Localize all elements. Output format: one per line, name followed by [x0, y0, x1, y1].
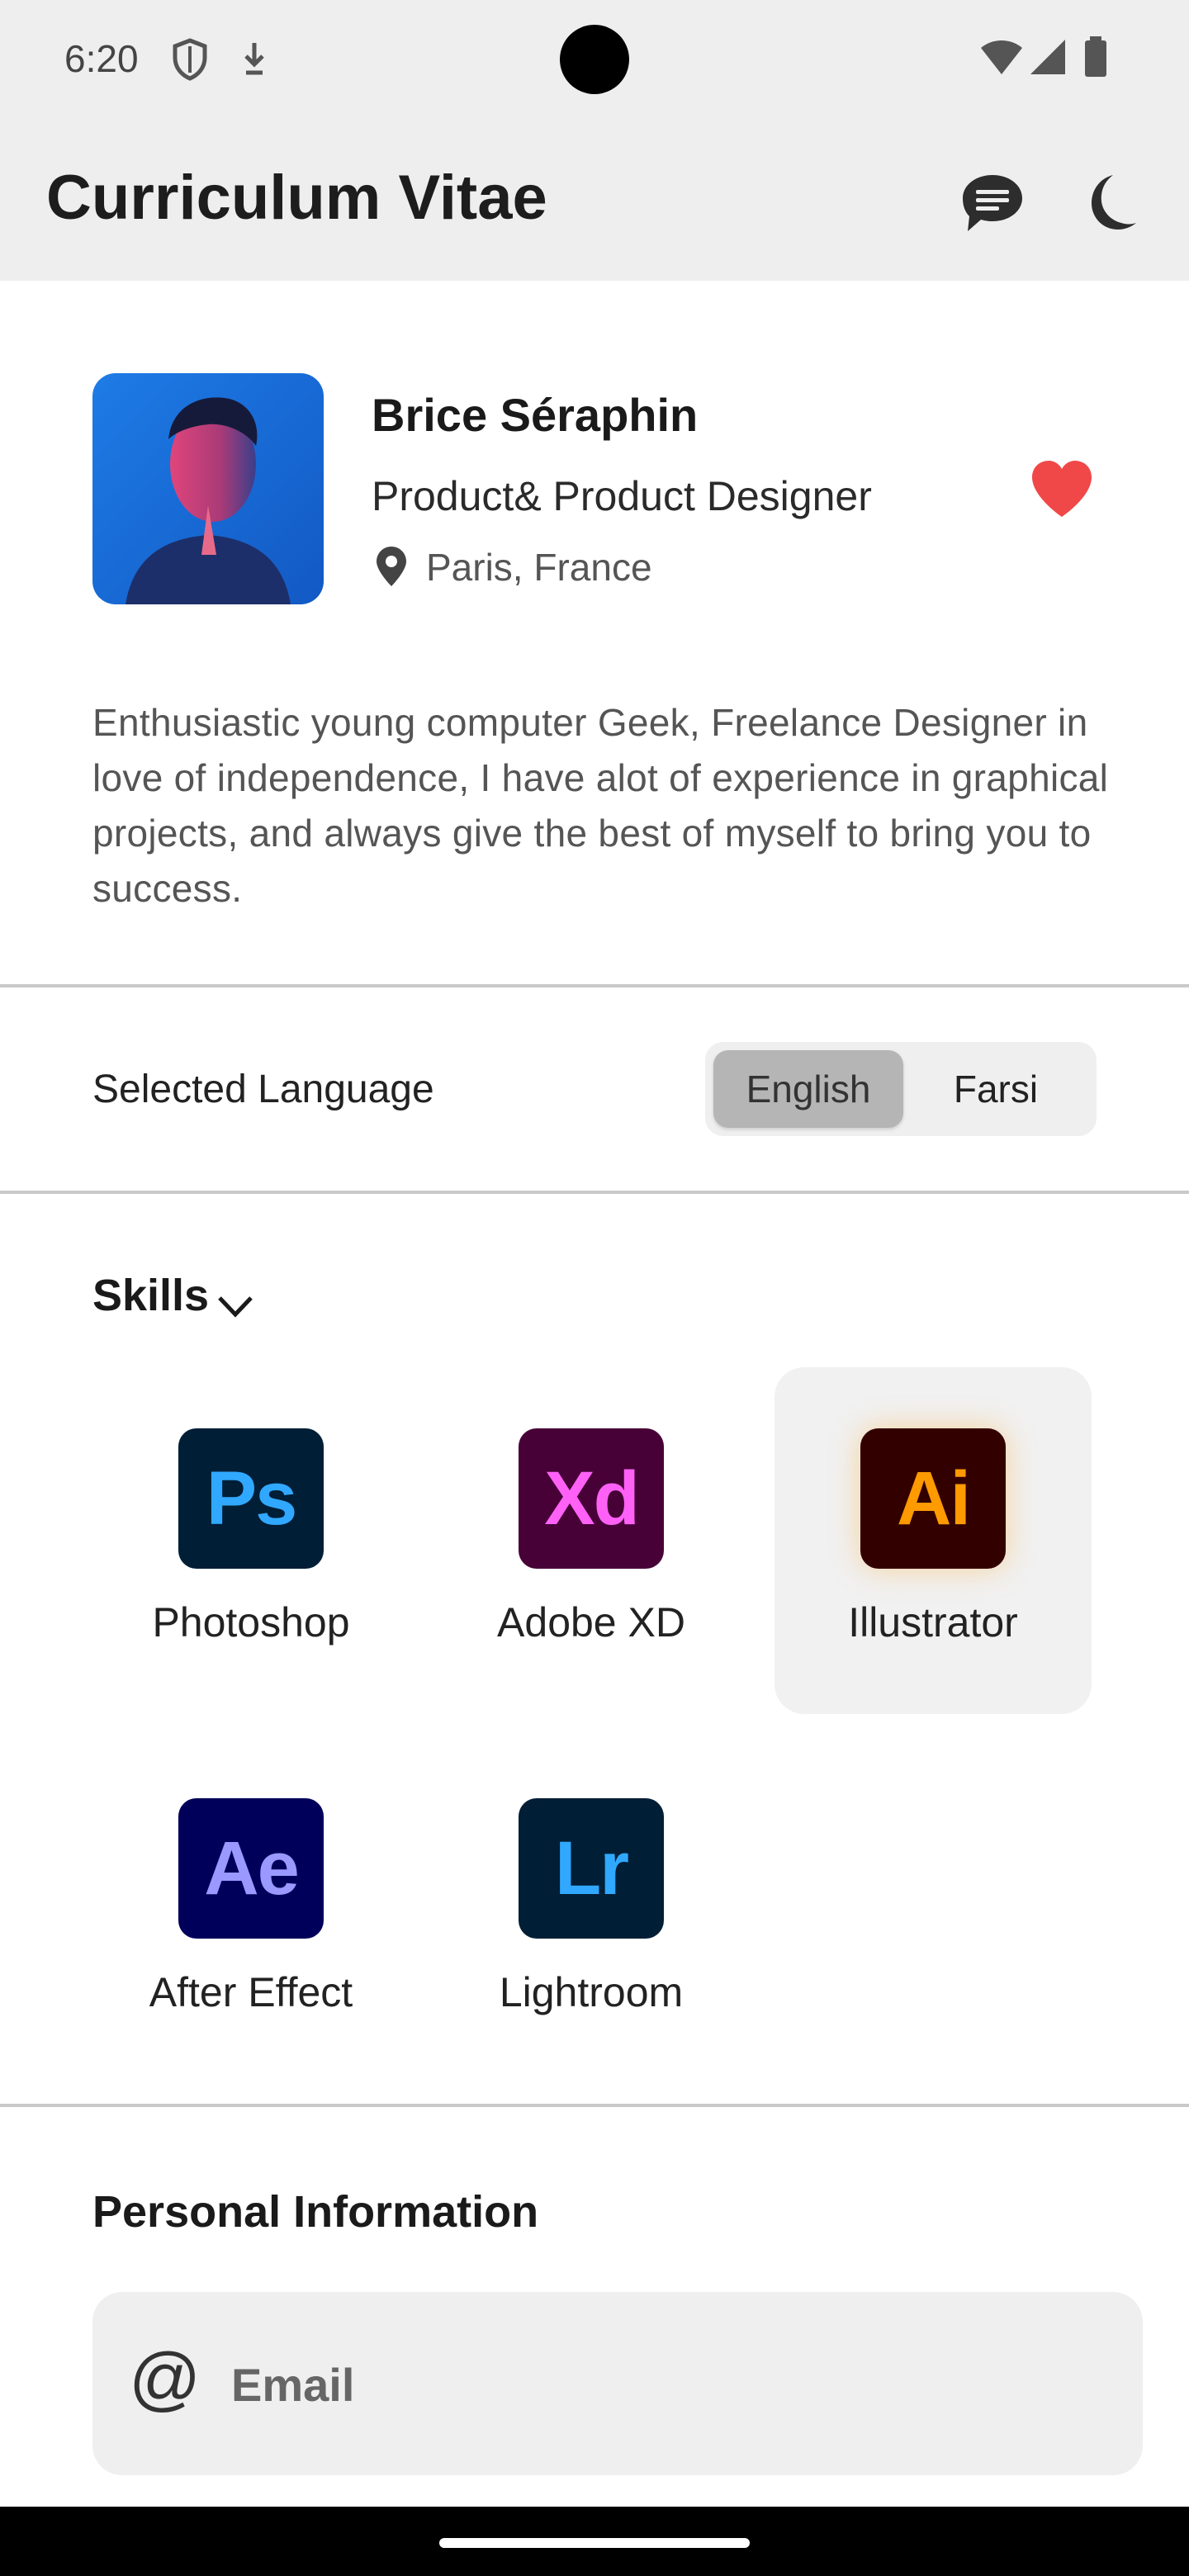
illustrator-icon: Ai — [860, 1428, 1006, 1569]
email-field[interactable]: @ Email — [92, 2292, 1143, 2475]
language-option-english[interactable]: English — [713, 1050, 903, 1128]
message-icon[interactable] — [958, 168, 1027, 238]
navigation-bar — [0, 2507, 1189, 2576]
shield-icon — [172, 38, 208, 81]
app-bar: Curriculum Vitae — [0, 124, 1189, 281]
profile-role: Product& Product Designer — [372, 473, 872, 519]
avatar — [92, 373, 324, 604]
skill-label: Adobe XD — [497, 1599, 685, 1646]
skill-adobe-xd[interactable]: Xd Adobe XD — [433, 1367, 750, 1714]
download-icon — [239, 38, 269, 81]
skill-photoshop[interactable]: Ps Photoshop — [92, 1367, 410, 1714]
profile-location: Paris, France — [426, 546, 652, 589]
page-title: Curriculum Vitae — [46, 163, 547, 233]
wifi-icon — [979, 36, 1024, 80]
status-bar: 6:20 — [0, 0, 1189, 124]
skill-illustrator[interactable]: Ai Illustrator — [775, 1367, 1092, 1714]
location-pin-icon — [375, 545, 408, 588]
lightroom-icon: Lr — [519, 1798, 664, 1939]
favorite-heart-icon[interactable] — [1029, 459, 1095, 519]
adobe-xd-icon: Xd — [519, 1428, 664, 1569]
personal-information-title: Personal Information — [92, 2187, 539, 2237]
skills-title[interactable]: Skills — [92, 1270, 209, 1321]
dark-mode-icon[interactable] — [1073, 168, 1143, 238]
skill-label: Illustrator — [848, 1599, 1018, 1646]
skill-label: After Effect — [149, 1969, 353, 2015]
language-option-farsi[interactable]: Farsi — [903, 1050, 1088, 1128]
skill-lightroom[interactable]: Lr Lightroom — [433, 1737, 750, 2084]
divider — [0, 984, 1189, 987]
profile-name: Brice Séraphin — [372, 389, 699, 441]
status-time: 6:20 — [64, 37, 139, 80]
chevron-down-icon[interactable] — [216, 1293, 254, 1319]
camera-cutout — [560, 25, 629, 94]
skill-after-effect[interactable]: Ae After Effect — [92, 1737, 410, 2084]
email-placeholder: Email — [231, 2359, 355, 2411]
signal-icon — [1029, 36, 1067, 80]
at-sign-icon: @ — [129, 2339, 201, 2418]
language-label: Selected Language — [92, 1068, 434, 1111]
battery-icon — [1083, 36, 1108, 82]
after-effects-icon: Ae — [178, 1798, 324, 1939]
photoshop-icon: Ps — [178, 1428, 324, 1569]
home-gesture-handle[interactable] — [439, 2538, 750, 2548]
profile-bio: Enthusiastic young computer Geek, Freela… — [92, 701, 1109, 910]
skill-label: Lightroom — [499, 1969, 684, 2015]
language-toggle: English Farsi — [705, 1042, 1097, 1136]
skill-label: Photoshop — [152, 1599, 350, 1646]
divider — [0, 1191, 1189, 1194]
divider — [0, 2104, 1189, 2107]
